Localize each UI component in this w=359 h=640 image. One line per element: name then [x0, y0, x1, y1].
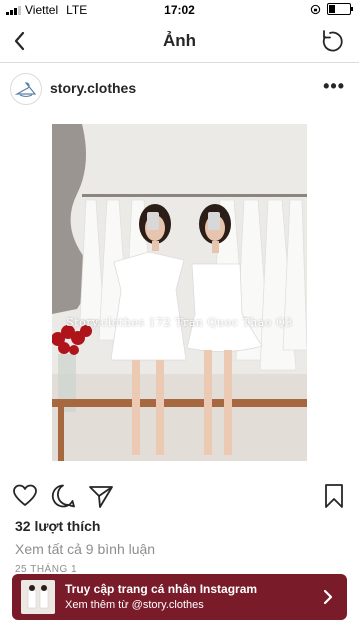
- post-header: story.clothes •••: [0, 62, 359, 115]
- more-dots-icon[interactable]: •••: [323, 76, 345, 97]
- banner-subtitle: Xem thêm từ @story.clothes: [65, 599, 204, 611]
- comment-icon[interactable]: [49, 482, 77, 510]
- username-link[interactable]: story.clothes: [50, 80, 136, 96]
- heart-icon[interactable]: [11, 482, 39, 510]
- likes-count[interactable]: 32 lượt thích: [15, 518, 100, 534]
- hanger-logo-icon: [14, 82, 37, 97]
- battery-level: [329, 5, 335, 13]
- refresh-icon[interactable]: [319, 28, 345, 54]
- rotation-lock-icon: [310, 4, 321, 14]
- battery-icon: [327, 3, 353, 15]
- photo-illustration: [52, 124, 307, 461]
- view-comments-link[interactable]: Xem tất cả 9 bình luận: [15, 541, 155, 557]
- thumbnail-image: [21, 580, 55, 614]
- profile-banner[interactable]: Truy cập trang cá nhân Instagram Xem thê…: [12, 574, 347, 620]
- status-time: 17:02: [164, 3, 195, 17]
- chevron-right-icon[interactable]: [319, 587, 337, 607]
- banner-title: Truy cập trang cá nhân Instagram: [65, 582, 258, 596]
- post-photo-container: Story.clothes 172 Tran Quoc Thao Q3: [0, 114, 359, 473]
- status-right: [310, 3, 353, 15]
- share-icon[interactable]: [87, 482, 115, 510]
- banner-thumbnail: [21, 580, 55, 614]
- bookmark-icon[interactable]: [320, 482, 348, 510]
- post-photo[interactable]: Story.clothes 172 Tran Quoc Thao Q3: [52, 124, 307, 461]
- post-actions: [0, 480, 359, 514]
- avatar[interactable]: [10, 73, 42, 105]
- page-title: Ảnh: [162, 31, 197, 50]
- navigation-bar: Ảnh: [0, 20, 359, 63]
- photo-watermark: Story.clothes 172 Tran Quoc Thao Q3: [66, 316, 293, 329]
- status-bar: Viettel LTE 17:02: [0, 0, 359, 20]
